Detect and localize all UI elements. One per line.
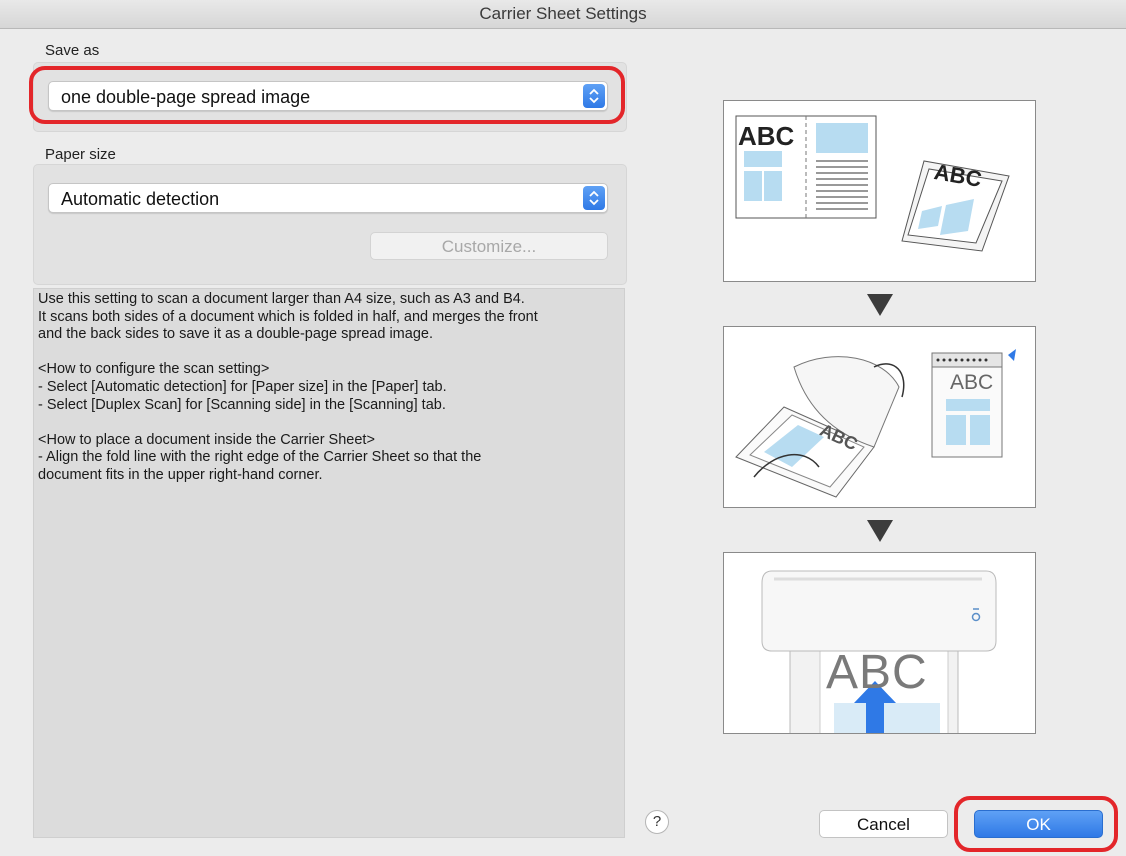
down-arrow-icon: [867, 294, 893, 316]
description-text: Use this setting to scan a document larg…: [33, 288, 625, 838]
cancel-button[interactable]: Cancel: [819, 810, 948, 838]
paper-size-selected-value: Automatic detection: [61, 189, 220, 209]
help-button[interactable]: ?: [645, 810, 669, 834]
down-arrow-icon: [867, 520, 893, 542]
description-line: <How to place a document inside the Carr…: [38, 431, 375, 448]
panel1-text-left: ABC: [738, 121, 795, 151]
description-line: - Select [Duplex Scan] for [Scanning sid…: [38, 396, 446, 413]
save-as-highlight-ring: [29, 66, 625, 124]
illustration-spread-document: ABC ABC: [723, 100, 1036, 282]
insert-document-drawing: [735, 349, 1016, 498]
scanner-feed-drawing: [761, 570, 997, 733]
description-line: document fits in the upper right-hand co…: [38, 466, 323, 483]
illustration-insert-document: ABC ABC: [723, 326, 1036, 508]
paper-size-select[interactable]: Automatic detection: [48, 183, 608, 213]
description-line: and the back sides to save it as a doubl…: [38, 326, 433, 343]
illustration-scanner-feed: ABC: [723, 552, 1036, 734]
description-line: It scans both sides of a document which …: [38, 308, 538, 325]
description-line: [38, 414, 620, 432]
description-line: - Align the fold line with the right edg…: [38, 449, 482, 466]
window-title: Carrier Sheet Settings: [0, 0, 1126, 29]
description-line: [38, 344, 620, 362]
description-line: - Select [Automatic detection] for [Pape…: [38, 378, 447, 395]
panel3-text: ABC: [826, 646, 928, 699]
description-line: <How to configure the scan setting>: [38, 361, 270, 378]
panel2-text-sheet: ABC: [950, 371, 994, 394]
popup-stepper-icon: [583, 186, 605, 210]
description-line: Use this setting to scan a document larg…: [38, 291, 525, 307]
customize-button[interactable]: Customize...: [370, 232, 608, 260]
ok-highlight-ring: [954, 796, 1118, 852]
save-as-label: Save as: [45, 42, 100, 59]
paper-size-label: Paper size: [45, 146, 116, 163]
